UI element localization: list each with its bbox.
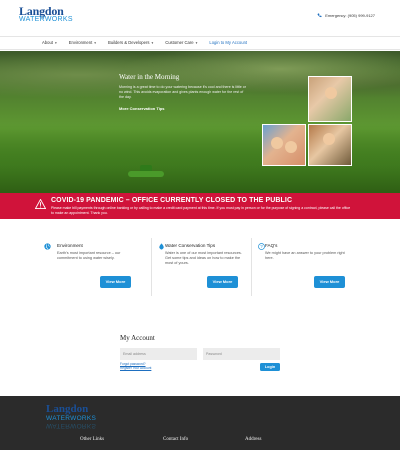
nav-label: About — [42, 40, 53, 45]
hero-body: Morning is a great time to do your water… — [119, 85, 246, 100]
nav-item-customer-care[interactable]: Customer Care ▾ — [165, 40, 197, 45]
site-footer: Langdon WATERWORKS WATERWORKS Other Link… — [0, 396, 400, 450]
covid-message: Please make bill payments through online… — [51, 206, 351, 215]
account-title: My Account — [120, 334, 155, 342]
nav-label: Login to My Account — [209, 40, 248, 45]
warning-icon — [35, 199, 46, 209]
emergency-contact[interactable]: Emergency: (905) 999-9127 — [317, 13, 375, 18]
chevron-down-icon: ▾ — [195, 40, 198, 45]
feature-faqs: ? FAQ's We might have an answer to your … — [251, 238, 351, 296]
question-icon: ? — [258, 243, 265, 250]
feature-conservation-tips: Water Conservation Tips Water is one of … — [151, 238, 251, 296]
view-more-button[interactable]: View More — [100, 276, 131, 288]
svg-text:?: ? — [260, 244, 263, 249]
logo-subtitle: WATERWORKS — [19, 16, 73, 23]
emergency-phone-text: Emergency: (905) 999-9127 — [325, 13, 375, 18]
login-button[interactable]: Login — [260, 363, 280, 371]
feature-title: FAQ's — [265, 243, 278, 248]
nav-label: Builders & Developers — [108, 40, 150, 45]
footer-logo-subtitle: WATERWORKS — [46, 415, 97, 422]
footer-heading-contact-info: Contact Info — [163, 437, 189, 442]
feature-title: Water Conservation Tips — [165, 243, 216, 248]
nav-item-login[interactable]: Login to My Account — [209, 40, 247, 45]
password-field[interactable]: Password — [203, 348, 280, 360]
nav-item-about[interactable]: About ▾ — [42, 40, 57, 45]
nav-item-environment[interactable]: Environment ▾ — [69, 40, 96, 45]
footer-logo-wordmark: Langdon — [46, 403, 89, 415]
feature-environment: Environment Earth's most important resou… — [44, 238, 144, 296]
hero-photo-kids — [308, 124, 352, 166]
feature-description: We might have an answer to your problem … — [265, 251, 345, 261]
chevron-down-icon: ▾ — [94, 40, 96, 45]
hero-content: Water in the Morning Morning is a great … — [119, 73, 249, 111]
my-account-form: My Account Email address Password Forgot… — [120, 334, 290, 376]
nav-item-builders[interactable]: Builders & Developers ▾ — [108, 40, 153, 45]
hero-title: Water in the Morning — [119, 73, 180, 81]
water-drop-icon — [159, 243, 164, 250]
sprinkler-base-image — [128, 171, 164, 177]
footer-logo-reflection: WATERWORKS — [46, 422, 97, 429]
main-nav: About ▾ Environment ▾ Builders & Develop… — [0, 36, 400, 50]
chevron-down-icon: ▾ — [54, 40, 57, 45]
email-field[interactable]: Email address — [120, 348, 197, 360]
globe-icon — [44, 243, 51, 250]
site-header: Langdon WATERWORKS Emergency: (905) 999-… — [0, 0, 400, 32]
hero-photo-family — [262, 124, 306, 166]
view-more-button[interactable]: View More — [314, 276, 345, 288]
covid-alert-banner: COVID-19 PANDEMIC – OFFICE CURRENTLY CLO… — [0, 193, 400, 219]
footer-logo[interactable]: Langdon WATERWORKS WATERWORKS — [46, 403, 106, 430]
feature-description: Earth's most important resource – our co… — [57, 251, 121, 261]
site-logo[interactable]: Langdon WATERWORKS — [19, 5, 73, 24]
feature-description: Water is one of our most important resou… — [165, 251, 242, 266]
view-more-button[interactable]: View More — [207, 276, 238, 288]
account-links: Forgot password? Register Your Account — [120, 362, 151, 371]
conservation-tips-link[interactable]: More Conservation Tips — [119, 106, 249, 111]
chevron-down-icon: ▾ — [151, 40, 154, 45]
hero-photo-child — [308, 76, 352, 122]
phone-icon — [317, 13, 322, 18]
register-account-link[interactable]: Register Your Account — [120, 366, 151, 370]
footer-heading-other-links: Other Links — [80, 437, 105, 442]
feature-title: Environment — [57, 243, 83, 248]
covid-title: COVID-19 PANDEMIC – OFFICE CURRENTLY CLO… — [51, 197, 293, 204]
nav-label: Environment — [68, 40, 93, 45]
footer-heading-address: Address — [245, 437, 262, 442]
feature-section: Environment Earth's most important resou… — [0, 238, 400, 298]
hero-banner: Water in the Morning Morning is a great … — [0, 51, 400, 193]
nav-label: Customer Care — [165, 40, 194, 45]
